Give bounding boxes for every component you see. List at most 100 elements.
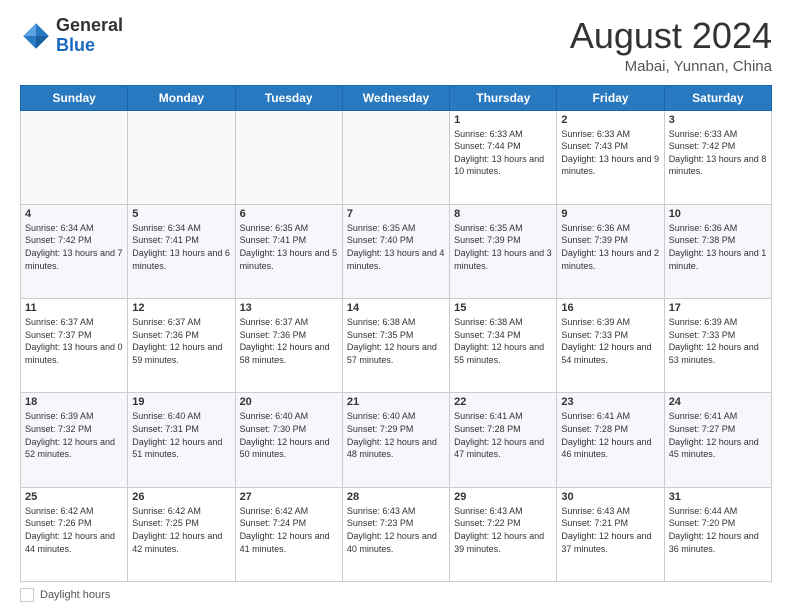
day-info: Sunrise: 6:40 AM Sunset: 7:29 PM Dayligh… <box>347 410 445 460</box>
day-number: 3 <box>669 114 767 126</box>
day-info: Sunrise: 6:43 AM Sunset: 7:23 PM Dayligh… <box>347 505 445 555</box>
day-info: Sunrise: 6:41 AM Sunset: 7:28 PM Dayligh… <box>454 410 552 460</box>
day-number: 28 <box>347 491 445 503</box>
day-number: 17 <box>669 302 767 314</box>
day-info: Sunrise: 6:41 AM Sunset: 7:27 PM Dayligh… <box>669 410 767 460</box>
day-info: Sunrise: 6:40 AM Sunset: 7:30 PM Dayligh… <box>240 410 338 460</box>
calendar-cell: 24 Sunrise: 6:41 AM Sunset: 7:27 PM Dayli… <box>664 393 771 487</box>
day-info: Sunrise: 6:33 AM Sunset: 7:43 PM Dayligh… <box>561 128 659 178</box>
day-info: Sunrise: 6:37 AM Sunset: 7:36 PM Dayligh… <box>240 316 338 366</box>
day-header-friday: Friday <box>557 85 664 110</box>
day-number: 25 <box>25 491 123 503</box>
day-number: 27 <box>240 491 338 503</box>
calendar-week-row: 25Sunrise: 6:42 AM Sunset: 7:26 PM Dayli… <box>21 487 772 581</box>
calendar-cell <box>235 110 342 204</box>
calendar-cell <box>342 110 449 204</box>
day-info: Sunrise: 6:34 AM Sunset: 7:41 PM Dayligh… <box>132 222 230 272</box>
footer: Daylight hours <box>20 588 772 602</box>
day-number: 18 <box>25 396 123 408</box>
day-number: 10 <box>669 208 767 220</box>
logo-text-general: General <box>56 15 123 35</box>
day-number: 2 <box>561 114 659 126</box>
day-info: Sunrise: 6:40 AM Sunset: 7:31 PM Dayligh… <box>132 410 230 460</box>
calendar-cell: 4Sunrise: 6:34 AM Sunset: 7:42 PM Daylig… <box>21 204 128 298</box>
calendar-cell: 5 Sunrise: 6:34 AM Sunset: 7:41 PM Daylig… <box>128 204 235 298</box>
month-title: August 2024 <box>570 16 772 56</box>
calendar-cell: 31 Sunrise: 6:44 AM Sunset: 7:20 PM Dayli… <box>664 487 771 581</box>
day-number: 19 <box>132 396 230 408</box>
day-info: Sunrise: 6:42 AM Sunset: 7:25 PM Dayligh… <box>132 505 230 555</box>
day-info: Sunrise: 6:38 AM Sunset: 7:35 PM Dayligh… <box>347 316 445 366</box>
calendar-cell: 19 Sunrise: 6:40 AM Sunset: 7:31 PM Dayli… <box>128 393 235 487</box>
calendar-week-row: 18 Sunrise: 6:39 AM Sunset: 7:32 PM Dayli… <box>21 393 772 487</box>
calendar-cell: 23Sunrise: 6:41 AM Sunset: 7:28 PM Dayli… <box>557 393 664 487</box>
day-number: 15 <box>454 302 552 314</box>
day-info: Sunrise: 6:34 AM Sunset: 7:42 PM Dayligh… <box>25 222 123 272</box>
day-header-sunday: Sunday <box>21 85 128 110</box>
calendar-cell: 22Sunrise: 6:41 AM Sunset: 7:28 PM Dayli… <box>450 393 557 487</box>
day-info: Sunrise: 6:35 AM Sunset: 7:40 PM Dayligh… <box>347 222 445 272</box>
calendar-cell: 11 Sunrise: 6:37 AM Sunset: 7:37 PM Dayli… <box>21 299 128 393</box>
day-number: 14 <box>347 302 445 314</box>
day-info: Sunrise: 6:38 AM Sunset: 7:34 PM Dayligh… <box>454 316 552 366</box>
day-number: 8 <box>454 208 552 220</box>
logo-icon <box>20 20 52 52</box>
day-info: Sunrise: 6:39 AM Sunset: 7:32 PM Dayligh… <box>25 410 123 460</box>
calendar-cell: 16Sunrise: 6:39 AM Sunset: 7:33 PM Dayli… <box>557 299 664 393</box>
day-info: Sunrise: 6:42 AM Sunset: 7:24 PM Dayligh… <box>240 505 338 555</box>
calendar-cell: 1 Sunrise: 6:33 AM Sunset: 7:44 PM Daylig… <box>450 110 557 204</box>
logo: General Blue <box>20 16 123 56</box>
calendar-cell: 3 Sunrise: 6:33 AM Sunset: 7:42 PM Daylig… <box>664 110 771 204</box>
day-info: Sunrise: 6:35 AM Sunset: 7:41 PM Dayligh… <box>240 222 338 272</box>
day-number: 9 <box>561 208 659 220</box>
calendar-week-row: 1 Sunrise: 6:33 AM Sunset: 7:44 PM Daylig… <box>21 110 772 204</box>
calendar-cell: 18 Sunrise: 6:39 AM Sunset: 7:32 PM Dayli… <box>21 393 128 487</box>
day-number: 31 <box>669 491 767 503</box>
day-number: 11 <box>25 302 123 314</box>
calendar-cell: 28 Sunrise: 6:43 AM Sunset: 7:23 PM Dayli… <box>342 487 449 581</box>
day-header-saturday: Saturday <box>664 85 771 110</box>
day-number: 21 <box>347 396 445 408</box>
calendar-cell: 25Sunrise: 6:42 AM Sunset: 7:26 PM Dayli… <box>21 487 128 581</box>
calendar-cell: 20 Sunrise: 6:40 AM Sunset: 7:30 PM Dayli… <box>235 393 342 487</box>
calendar-cell: 6Sunrise: 6:35 AM Sunset: 7:41 PM Daylig… <box>235 204 342 298</box>
day-info: Sunrise: 6:33 AM Sunset: 7:42 PM Dayligh… <box>669 128 767 178</box>
calendar-cell <box>128 110 235 204</box>
day-number: 7 <box>347 208 445 220</box>
calendar-table: SundayMondayTuesdayWednesdayThursdayFrid… <box>20 85 772 582</box>
calendar-cell: 12 Sunrise: 6:37 AM Sunset: 7:36 PM Dayli… <box>128 299 235 393</box>
day-number: 5 <box>132 208 230 220</box>
footer-box <box>20 588 34 602</box>
calendar-cell: 30 Sunrise: 6:43 AM Sunset: 7:21 PM Dayli… <box>557 487 664 581</box>
day-info: Sunrise: 6:37 AM Sunset: 7:37 PM Dayligh… <box>25 316 123 366</box>
calendar-cell: 9Sunrise: 6:36 AM Sunset: 7:39 PM Daylig… <box>557 204 664 298</box>
day-header-monday: Monday <box>128 85 235 110</box>
day-info: Sunrise: 6:35 AM Sunset: 7:39 PM Dayligh… <box>454 222 552 272</box>
day-number: 1 <box>454 114 552 126</box>
day-number: 29 <box>454 491 552 503</box>
calendar-cell: 21 Sunrise: 6:40 AM Sunset: 7:29 PM Dayli… <box>342 393 449 487</box>
calendar-cell: 14 Sunrise: 6:38 AM Sunset: 7:35 PM Dayli… <box>342 299 449 393</box>
location: Mabai, Yunnan, China <box>570 58 772 75</box>
day-info: Sunrise: 6:33 AM Sunset: 7:44 PM Dayligh… <box>454 128 552 178</box>
day-number: 30 <box>561 491 659 503</box>
calendar-cell: 7 Sunrise: 6:35 AM Sunset: 7:40 PM Daylig… <box>342 204 449 298</box>
calendar-cell: 29 Sunrise: 6:43 AM Sunset: 7:22 PM Dayli… <box>450 487 557 581</box>
calendar-cell: 2 Sunrise: 6:33 AM Sunset: 7:43 PM Daylig… <box>557 110 664 204</box>
day-info: Sunrise: 6:37 AM Sunset: 7:36 PM Dayligh… <box>132 316 230 366</box>
day-info: Sunrise: 6:43 AM Sunset: 7:22 PM Dayligh… <box>454 505 552 555</box>
day-info: Sunrise: 6:44 AM Sunset: 7:20 PM Dayligh… <box>669 505 767 555</box>
day-header-wednesday: Wednesday <box>342 85 449 110</box>
day-info: Sunrise: 6:39 AM Sunset: 7:33 PM Dayligh… <box>561 316 659 366</box>
day-info: Sunrise: 6:43 AM Sunset: 7:21 PM Dayligh… <box>561 505 659 555</box>
day-number: 12 <box>132 302 230 314</box>
day-info: Sunrise: 6:39 AM Sunset: 7:33 PM Dayligh… <box>669 316 767 366</box>
day-number: 20 <box>240 396 338 408</box>
calendar-cell: 26Sunrise: 6:42 AM Sunset: 7:25 PM Dayli… <box>128 487 235 581</box>
calendar-cell: 10 Sunrise: 6:36 AM Sunset: 7:38 PM Dayli… <box>664 204 771 298</box>
calendar-week-row: 11 Sunrise: 6:37 AM Sunset: 7:37 PM Dayli… <box>21 299 772 393</box>
day-info: Sunrise: 6:36 AM Sunset: 7:38 PM Dayligh… <box>669 222 767 272</box>
calendar-cell: 17 Sunrise: 6:39 AM Sunset: 7:33 PM Dayli… <box>664 299 771 393</box>
calendar-cell: 27 Sunrise: 6:42 AM Sunset: 7:24 PM Dayli… <box>235 487 342 581</box>
day-number: 24 <box>669 396 767 408</box>
